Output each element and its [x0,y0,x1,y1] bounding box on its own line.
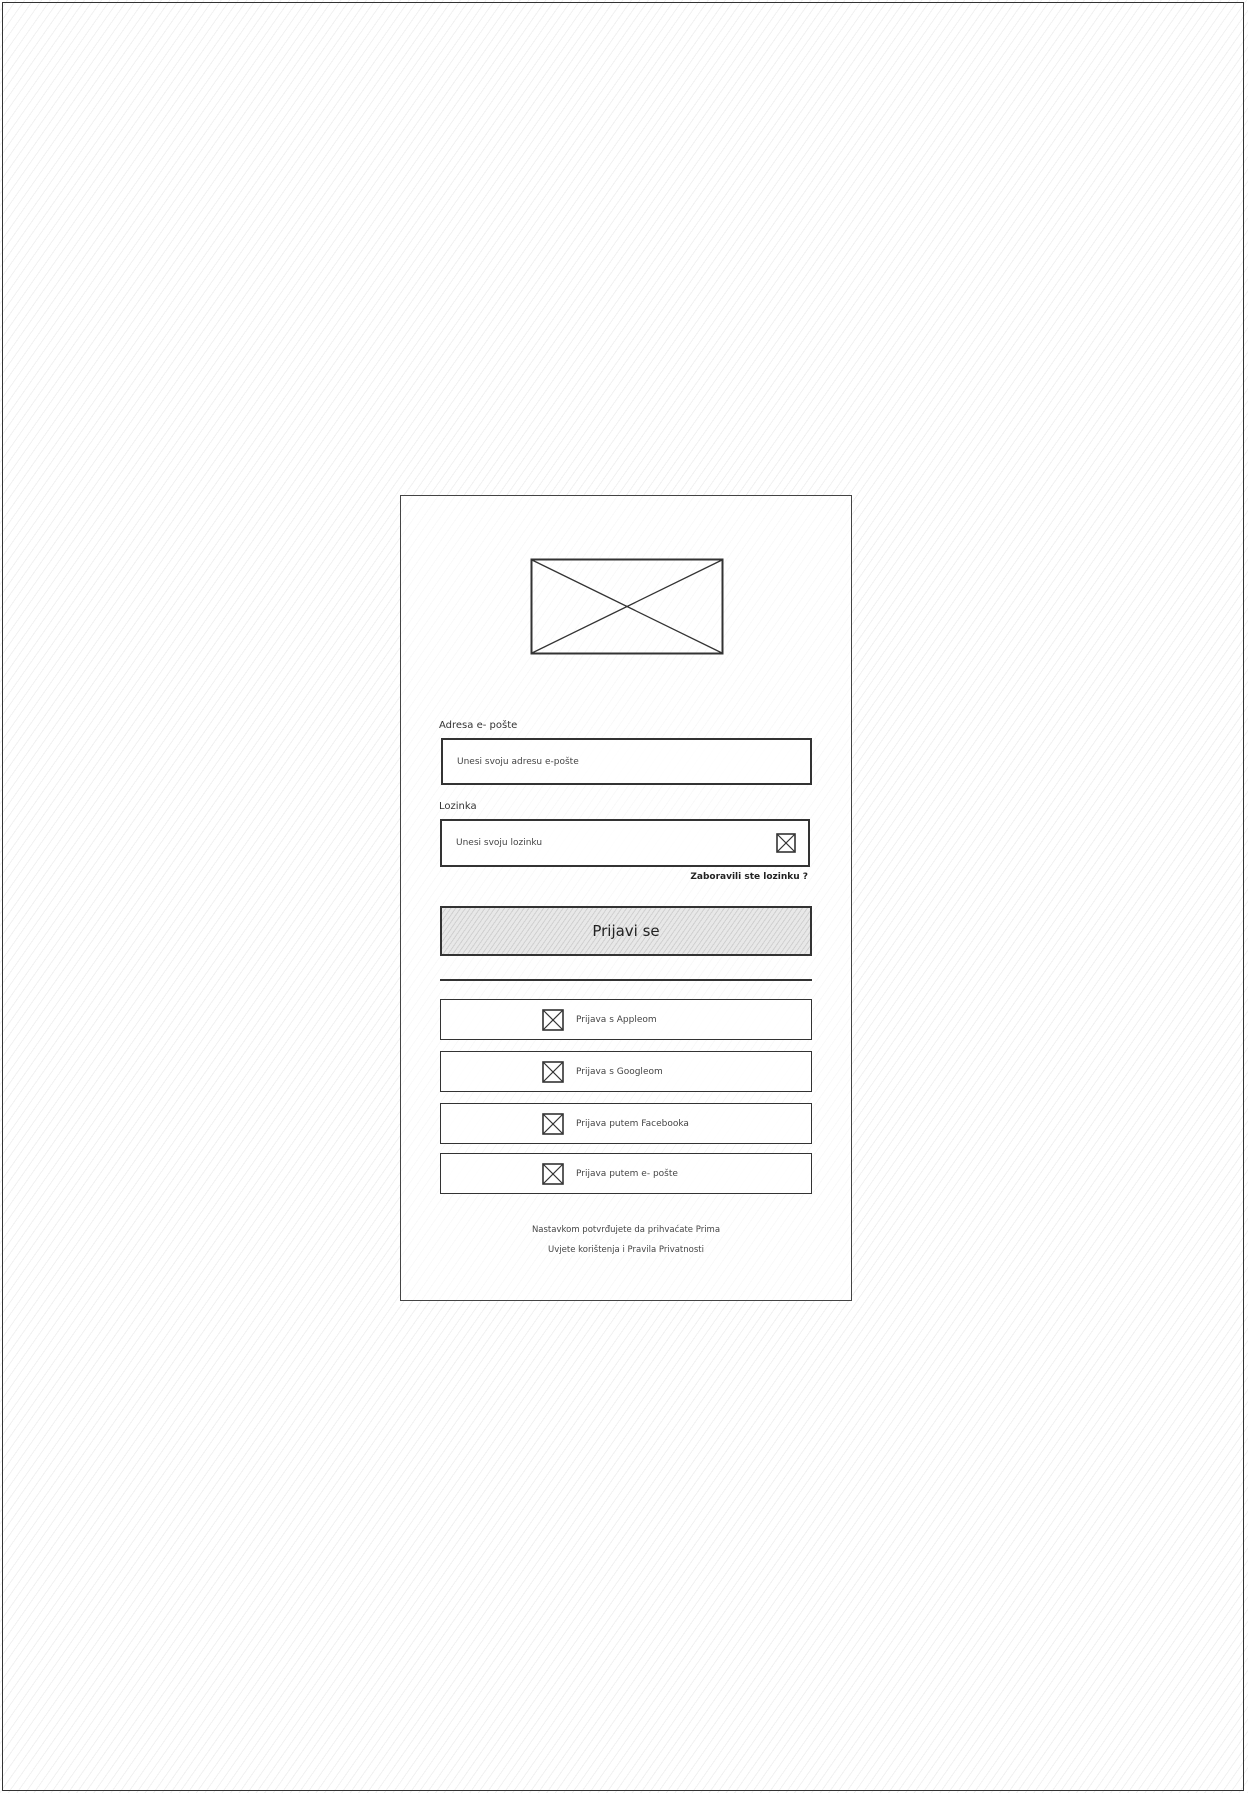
email-login-button[interactable]: Prijava putem e- pošte [440,1153,812,1194]
apple-login-button[interactable]: Prijava s Appleom [440,999,812,1040]
apple-placeholder-icon [542,1008,564,1031]
password-label: Lozinka [439,801,477,812]
password-placeholder: Unesi svoju lozinku [456,838,543,848]
apple-login-label: Prijava s Appleom [576,1014,657,1025]
google-placeholder-icon [542,1060,564,1083]
email-placeholder-icon [542,1162,564,1185]
show-password-icon[interactable] [776,833,796,853]
google-login-button[interactable]: Prijava s Googleom [440,1051,812,1092]
terms-link[interactable]: Uvjete korištenja i Pravila Privatnosti [400,1245,852,1255]
password-field[interactable]: Unesi svoju lozinku [440,819,810,867]
facebook-placeholder-icon [542,1112,564,1135]
facebook-login-label: Prijava putem Facebooka [576,1118,689,1129]
logo-placeholder-icon [530,558,724,655]
email-field[interactable]: Unesi svoju adresu e-pošte [441,738,812,785]
email-label: Adresa e- pošte [439,720,518,731]
forgot-password-link[interactable]: Zaboravili ste lozinku ? [690,872,808,882]
facebook-login-button[interactable]: Prijava putem Facebooka [440,1103,812,1144]
login-button[interactable]: Prijavi se [440,906,812,956]
divider [440,979,812,981]
email-login-label: Prijava putem e- pošte [576,1168,678,1179]
google-login-label: Prijava s Googleom [576,1066,663,1077]
email-placeholder: Unesi svoju adresu e-pošte [457,756,579,767]
terms-text: Nastavkom potvrđujete da prihvaćate Prim… [531,1225,721,1235]
